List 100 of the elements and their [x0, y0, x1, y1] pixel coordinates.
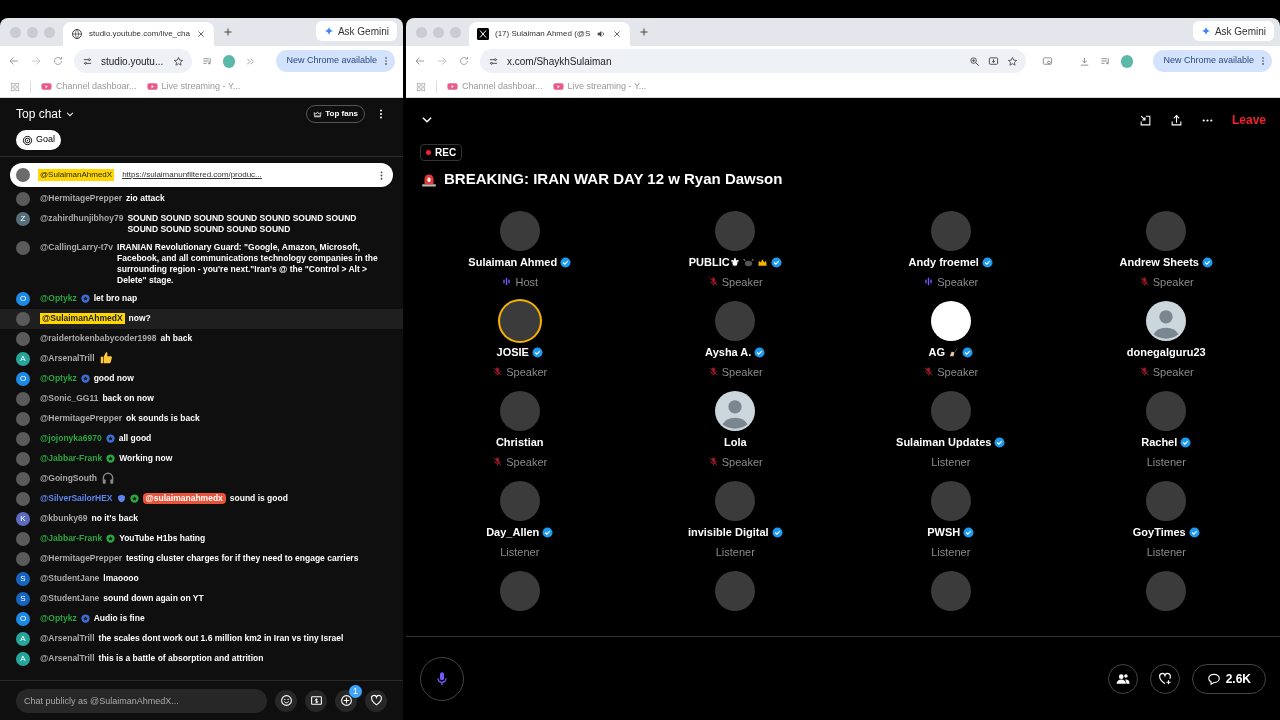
profile-avatar[interactable]: [222, 54, 236, 68]
close-icon[interactable]: [195, 29, 206, 39]
photo-placeholder[interactable]: [499, 300, 540, 341]
author-name: @Jabbar-Frank: [40, 453, 103, 464]
author-name: @StudentJane: [40, 573, 100, 584]
author-name: @Jabbar-Frank: [40, 533, 103, 544]
update-chrome-button[interactable]: New Chrome available: [276, 50, 395, 72]
author-name: @raidertokenbabycoder1998: [40, 333, 157, 344]
share-icon[interactable]: [1169, 113, 1183, 127]
pinned-message[interactable]: @SulaimanAhmedX https://sulaimanunfiltered.com/produc...: [10, 163, 393, 187]
microphone-icon: [434, 670, 450, 687]
apps-icon[interactable]: [10, 81, 20, 92]
bookmark-star-icon[interactable]: [172, 55, 184, 67]
video-icon: [41, 81, 52, 92]
window-control-icon[interactable]: [10, 26, 21, 38]
avatar: [16, 241, 30, 255]
author-name: @SulaimanAhmedX: [38, 169, 115, 181]
message-text: all good: [118, 433, 152, 444]
avatar: [16, 432, 30, 446]
bookmark-star-icon[interactable]: [1007, 55, 1019, 67]
avatar: [16, 452, 30, 466]
notification-badge: 1: [349, 684, 362, 698]
author-name: @ArsenalTrill: [40, 653, 95, 664]
author-name: @ArsenalTrill: [40, 633, 95, 644]
avatar: O: [16, 292, 30, 306]
window-control-icon[interactable]: [27, 26, 38, 38]
window-control-icon[interactable]: [450, 26, 461, 38]
author-name: @ArsenalTrill: [40, 353, 95, 364]
video-icon: [146, 81, 158, 92]
mention-chip: @sulaimanahmedx: [142, 493, 226, 504]
window-control-icon[interactable]: [44, 26, 55, 38]
media-icon[interactable]: [1100, 55, 1112, 67]
chat-input-field[interactable]: Chat publicly as @SulaimanAhmedX...: [16, 688, 267, 713]
message-text: this is a battle of absorption and attrition: [98, 653, 264, 664]
reload-icon[interactable]: [52, 55, 64, 67]
close-icon[interactable]: [612, 29, 623, 39]
link[interactable]: https://sulaimanunfiltered.com/produc...: [122, 169, 262, 181]
zoom-icon[interactable]: [969, 55, 981, 67]
avatar: O: [16, 372, 30, 386]
back-icon[interactable]: [8, 55, 20, 67]
window-control-icon[interactable]: [433, 26, 444, 38]
comment-icon: [1206, 671, 1221, 686]
goal-button[interactable]: Goal: [16, 130, 61, 150]
reload-icon[interactable]: [458, 55, 470, 67]
author-name: @GoingSouth: [40, 473, 97, 484]
install-icon[interactable]: [988, 55, 1000, 67]
dock-icon[interactable]: [1138, 113, 1152, 127]
window-control-icon[interactable]: [416, 26, 427, 38]
participant-role: Speaker: [721, 274, 763, 290]
participant-name: Day_Allen: [486, 525, 540, 541]
address-bar[interactable]: studio.youtu...: [74, 49, 192, 73]
avatar: S: [16, 572, 30, 586]
browser-tab[interactable]: studio.youtube.com/live_cha: [63, 22, 214, 46]
avatar: [16, 392, 30, 406]
super-chat-button[interactable]: [305, 689, 327, 712]
leave-button[interactable]: Leave: [1231, 111, 1266, 129]
participant-name: Lola: [723, 435, 747, 451]
download-icon[interactable]: [1079, 55, 1091, 67]
address-bar[interactable]: x.com/ShaykhSulaiman: [480, 49, 1027, 73]
apps-icon[interactable]: [416, 81, 426, 92]
heart-icon: [369, 694, 383, 707]
author-name: @HermitagePrepper: [40, 553, 122, 564]
ox-icon: [742, 257, 754, 268]
author-name: @HermitagePrepper: [40, 193, 122, 204]
participant-role: Listener: [1146, 544, 1186, 560]
update-chrome-button[interactable]: New Chrome available: [1153, 50, 1272, 72]
headphones-icon: [100, 471, 115, 485]
message-text: zio attack: [126, 193, 165, 204]
audio-bars-icon: [501, 276, 513, 288]
participant-name: Andrew Sheets: [1119, 255, 1199, 271]
back-icon[interactable]: [414, 55, 426, 67]
participant-name: Andy froemel: [908, 255, 979, 271]
author-name: @Optykz: [40, 373, 77, 384]
heart-button[interactable]: [365, 689, 387, 712]
participant-name: JOSIE: [496, 345, 529, 361]
default-avatar-icon[interactable]: [715, 390, 756, 431]
lens-icon[interactable]: [1042, 55, 1054, 67]
message-text: YouTube H1bs hating: [119, 533, 206, 544]
avatar[interactable]: [930, 300, 971, 341]
top-chat-dropdown[interactable]: Top chat: [16, 105, 76, 123]
participant-name: PWSH: [927, 525, 961, 541]
ask-gemini-button[interactable]: Ask Gemini: [1192, 21, 1274, 41]
muted-mic-icon: [923, 366, 935, 378]
add-button[interactable]: [335, 689, 357, 712]
forward-icon[interactable]: [436, 55, 448, 67]
browser-tab[interactable]: (17) Sulaiman Ahmed (@S: [469, 22, 631, 46]
default-avatar-icon[interactable]: [1146, 300, 1187, 341]
media-icon[interactable]: [201, 55, 213, 67]
message-text: ok sounds is back: [126, 413, 200, 424]
forward-icon[interactable]: [30, 55, 42, 67]
emoji-button[interactable]: [275, 689, 297, 712]
participant-name: Sulaiman Ahmed: [468, 255, 558, 271]
author-name: @jojonyka6970: [40, 433, 102, 444]
ask-gemini-button[interactable]: Ask Gemini: [315, 21, 397, 41]
profile-avatar[interactable]: [1121, 54, 1134, 68]
new-tab-icon[interactable]: [638, 26, 651, 38]
avatar: [16, 492, 30, 506]
site-settings-icon[interactable]: [82, 55, 93, 67]
site-settings-icon[interactable]: [488, 55, 499, 67]
heart-plus-icon: [1157, 671, 1172, 686]
